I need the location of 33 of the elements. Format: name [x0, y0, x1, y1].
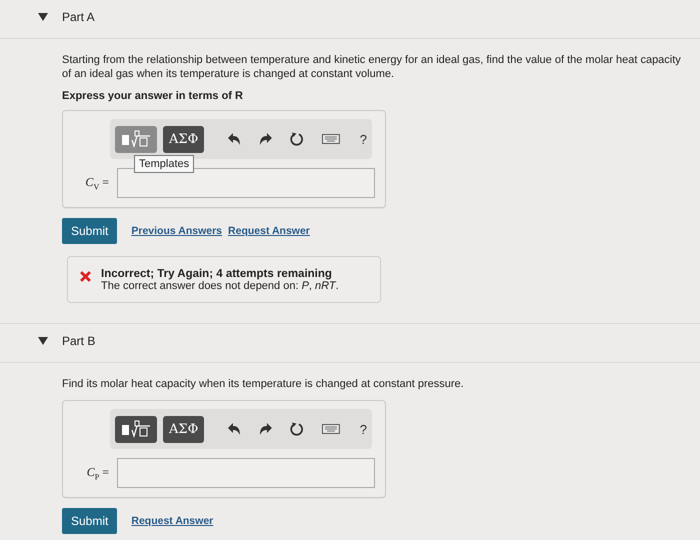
- reset-icon[interactable]: [290, 132, 304, 146]
- greek-symbols-button[interactable]: ΑΣΦ: [163, 416, 204, 442]
- answer-link[interactable]: Request Answer: [131, 515, 214, 527]
- greek-symbols-button[interactable]: ΑΣΦ: [163, 126, 204, 152]
- tooltip: Templates: [134, 155, 194, 173]
- part-title[interactable]: Part A: [62, 10, 95, 24]
- feedback-message: The correct answer does not depend on: P, nRT.: [101, 280, 339, 292]
- help-button[interactable]: ?: [360, 422, 367, 436]
- help-button[interactable]: ?: [360, 132, 367, 146]
- feedback-title: Incorrect; Try Again; 4 attempts remaining: [101, 268, 333, 280]
- answer-link[interactable]: Request Answer: [228, 225, 310, 237]
- part-title[interactable]: Part B: [62, 334, 96, 348]
- answer-link[interactable]: Previous Answers: [131, 225, 222, 237]
- answer-label: C$_{P}$ =: [86, 464, 109, 482]
- keyboard-icon[interactable]: [322, 134, 340, 144]
- answer-field[interactable]: [117, 168, 375, 198]
- answer-label: C$_{V}$ =: [84, 174, 109, 192]
- collapse-caret-icon[interactable]: [38, 13, 48, 21]
- submit-button[interactable]: Submit: [62, 218, 118, 244]
- question-text: Find its molar heat capacity when its temperature is changed at constant pressure.: [62, 377, 465, 391]
- submit-button[interactable]: Submit: [62, 508, 118, 534]
- reset-icon[interactable]: [290, 422, 304, 436]
- templates-button[interactable]: [115, 416, 157, 442]
- collapse-caret-icon[interactable]: [38, 337, 48, 345]
- undo-icon[interactable]: [228, 133, 242, 145]
- instruction-text: Express your answer in terms of R: [62, 90, 244, 102]
- answer-field[interactable]: [117, 458, 375, 488]
- cross-icon: [80, 271, 91, 282]
- question-text: Starting from the relationship between temperature and kinetic energy for an ideal gas, find the value of the molar heat capacity of an ideal gas when its temperature is changed at constant volume.: [62, 53, 682, 81]
- redo-icon[interactable]: [259, 423, 272, 435]
- undo-icon[interactable]: [228, 423, 242, 435]
- keyboard-icon[interactable]: [322, 424, 340, 434]
- redo-icon[interactable]: [259, 133, 272, 145]
